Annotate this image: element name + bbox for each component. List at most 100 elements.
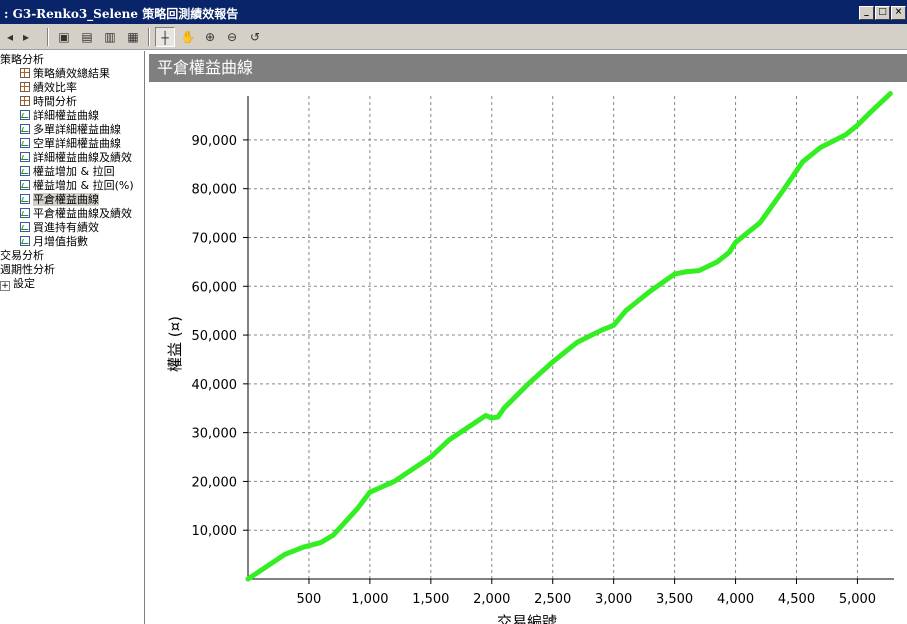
chart-icon [20,194,30,204]
toolbar: ◂ ▸ ▣ ▤ ▥ ▦ ┼ ✋ ⊕ ⊖ ↺ [0,24,907,50]
crosshair-icon[interactable]: ┼ [155,27,175,47]
tree-item-label: 交易分析 [0,249,44,262]
series-point [727,250,731,254]
series-point [490,416,494,420]
chart-panel: 平倉權益曲線 500 1,000 1,500 2,000 2,500 3,000 3,500… [149,54,907,624]
series-line [245,91,893,582]
x-tick-label: 3,500 [656,592,693,607]
series-point [648,289,652,293]
series-point [368,490,372,494]
x-tick-label: 4,500 [778,592,815,607]
series-point [264,565,268,569]
tree-item[interactable]: 詳細權益曲線 [20,109,99,123]
tree-item-label: 權益增加 & 拉回 [33,165,115,178]
chart-icon [20,138,30,148]
tree-item[interactable]: 買進持有績效 [20,221,99,235]
undo-zoom-icon[interactable]: ↺ [245,27,265,47]
series-point [429,455,433,459]
tree-item[interactable]: 策略績效總結果 [20,67,110,81]
chart-icon [20,124,30,134]
x-tick-label: 3,000 [595,592,632,607]
window-title: : G3-Renko3_Selene 策略回測績效報告 [4,7,239,21]
tree-item-label: 績效比率 [33,81,77,94]
table-icon[interactable]: ▦ [123,27,143,47]
minimize-button[interactable]: _ [859,6,874,20]
print-preview-icon[interactable]: ▤ [77,27,97,47]
tree-item[interactable]: 詳細權益曲線及績效 [20,151,132,165]
tree-item[interactable]: 空單詳細權益曲線 [20,137,121,151]
tree-item[interactable]: 時間分析 [20,95,77,109]
series-point [843,133,847,137]
zoom-in-icon[interactable]: ⊕ [200,27,220,47]
tree-item[interactable]: + 設定 [0,277,35,291]
series-point [356,506,360,510]
close-button[interactable]: × [891,6,906,20]
tree-item-label: 多單詳細權益曲線 [33,123,121,136]
forward-icon[interactable]: ▸ [16,27,36,47]
y-tick-label: 40,000 [192,378,238,393]
title-bar: : G3-Renko3_Selene 策略回測績效報告 _ □ × [0,0,907,24]
y-tick-label: 50,000 [192,329,238,344]
x-tick-label: 5,000 [839,592,876,607]
x-tick-label: 500 [297,592,322,607]
series-point [673,272,677,276]
tree-item-label: 買進持有績效 [33,221,99,234]
series-point [697,269,701,273]
tree-item[interactable]: 策略分析 [0,53,44,67]
zoom-out-icon[interactable]: ⊖ [222,27,242,47]
tree-item-label: 平倉權益曲線 [33,193,99,206]
tree-item-label: 月增值指數 [33,235,88,248]
tree-item-label: 詳細權益曲線及績效 [33,151,132,164]
y-tick-label: 80,000 [192,183,238,198]
hand-icon[interactable]: ✋ [178,27,198,47]
series-point [612,323,616,327]
table-icon [20,68,30,78]
x-tick-label: 1,500 [412,592,449,607]
series-line-shadow [247,93,891,580]
x-tick-label: 2,000 [473,592,510,607]
tree-item[interactable]: 交易分析 [0,249,44,263]
series-point [496,415,500,419]
print-icon[interactable]: ▥ [100,27,120,47]
series-point [551,360,555,364]
series-point [502,406,506,410]
series-point [819,145,823,149]
chart-icon [20,152,30,162]
series-point [715,260,719,264]
maximize-button[interactable]: □ [875,6,890,20]
tree-item-label: 策略分析 [0,53,44,66]
series-point [624,309,628,313]
tree-item-label: 平倉權益曲線及績效 [33,207,132,220]
series-point [734,240,738,244]
y-axis-label: 權益 (¤) [166,316,184,372]
y-tick-label: 90,000 [192,134,238,149]
expand-icon[interactable]: + [0,281,10,291]
toolbar-separator [47,28,49,46]
y-tick-label: 20,000 [192,475,238,490]
tree-item[interactable]: 平倉權益曲線 [20,193,99,207]
chart-icon [20,166,30,176]
series-point [888,92,892,96]
equity-chart[interactable]: 500 1,000 1,500 2,000 2,500 3,000 3,500 4,000 4,… [149,82,907,624]
y-tick-label: 10,000 [192,524,238,539]
series-point [319,540,323,544]
chart-icon [20,208,30,218]
chart-icon [20,180,30,190]
series-point [484,414,488,418]
y-tick-label: 70,000 [192,231,238,246]
tree-item[interactable]: 多單詳細權益曲線 [20,123,121,137]
tree-item[interactable]: 平倉權益曲線及績效 [20,207,132,221]
tree-item[interactable]: 月增值指數 [20,235,88,249]
tree-item[interactable]: 週期性分析 [0,263,55,277]
tree-item[interactable]: 權益增加 & 拉回(%) [20,179,134,193]
series-point [758,221,762,225]
series-point [526,382,530,386]
y-tick-label: 30,000 [192,427,238,442]
series-point [411,467,415,471]
tree-item[interactable]: 權益增加 & 拉回 [20,165,115,179]
table-icon [20,82,30,92]
save-icon[interactable]: ▣ [54,27,74,47]
series-point [782,187,786,191]
tree-item[interactable]: 績效比率 [20,81,77,95]
tree-item-label: 權益增加 & 拉回(%) [33,179,134,192]
